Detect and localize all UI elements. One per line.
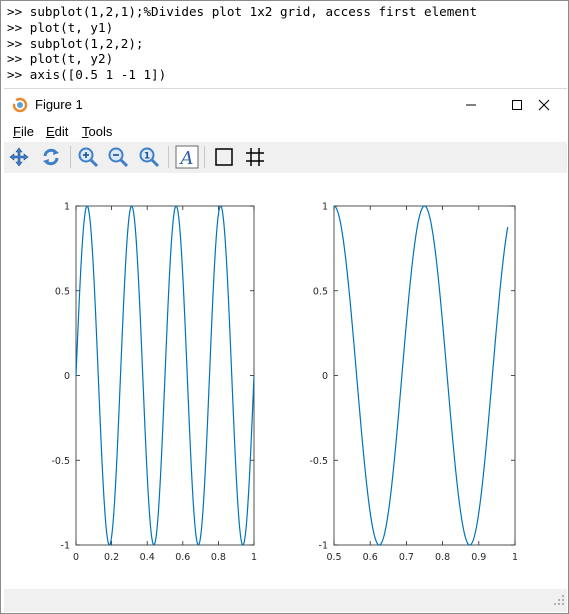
x-tick-label: 0.9	[471, 552, 486, 563]
menu-tools[interactable]: Tools	[82, 124, 112, 139]
x-tick-label: 0.2	[104, 552, 119, 563]
x-tick-label: 0.5	[326, 552, 341, 563]
figure-window: Figure 1 File Edit Tools 1 A 0 0.2 0.4 0…	[4, 88, 567, 612]
pan-icon[interactable]	[6, 144, 32, 170]
y-tick-label: -1	[319, 541, 328, 552]
x-tick-label: 1	[251, 552, 257, 563]
plot-area[interactable]: 0 0.2 0.4 0.6 0.8 1 -1 -0.5 0 0.5 1 0.5 0.6 0.7 0.8 0.9…	[4, 173, 567, 588]
svg-text:A: A	[179, 148, 194, 169]
x-tick-label: 0.8	[211, 552, 226, 563]
status-bar	[4, 589, 567, 612]
command-line: >> subplot(1,2,2);	[7, 35, 144, 51]
svg-text:1: 1	[144, 152, 150, 162]
title-bar[interactable]: Figure 1	[4, 89, 567, 120]
toolbar-separator	[204, 146, 205, 168]
octave-logo-icon	[12, 97, 28, 113]
axes-box	[333, 205, 516, 546]
subplots-canvas[interactable]: 0 0.2 0.4 0.6 0.8 1 -1 -0.5 0 0.5 1 0.5 0.6 0.7 0.8 0.9…	[4, 173, 567, 588]
y-tick-label: 0.5	[55, 286, 70, 297]
zoom-in-icon[interactable]	[75, 144, 101, 170]
y-tick-label: 0	[64, 371, 70, 382]
x-tick-label: 0	[73, 552, 79, 563]
y-tick-label: 0	[322, 371, 328, 382]
command-line: >> subplot(1,2,1);%Divides plot 1x2 grid…	[7, 4, 478, 19]
x-tick-label: 0.4	[140, 552, 155, 563]
menu-file[interactable]: File	[13, 124, 34, 139]
x-tick-label: 1	[512, 552, 518, 563]
rotate-icon[interactable]	[38, 144, 64, 170]
command-line: >> plot(t, y2)	[7, 51, 114, 67]
window-title: Figure 1	[35, 97, 83, 112]
x-tick-label: 0.6	[363, 552, 378, 563]
x-tick-label: 0.8	[435, 552, 450, 563]
subplot-1[interactable]: 0 0.2 0.4 0.6 0.8 1 -1 -0.5 0 0.5 1	[51, 202, 257, 564]
y-tick-label: 1	[64, 202, 70, 213]
y-tick-label: 1	[322, 202, 328, 213]
resize-grip-icon[interactable]	[553, 591, 565, 610]
toolbar-separator	[168, 146, 169, 168]
y-tick-label: -1	[61, 541, 70, 552]
x-tick-label: 0.6	[175, 552, 190, 563]
text-insert-icon[interactable]: A	[174, 144, 200, 170]
zoom-out-icon[interactable]	[105, 144, 131, 170]
command-line: >> plot(t, y1)	[7, 19, 114, 35]
close-button[interactable]	[521, 89, 567, 120]
minimize-button[interactable]	[448, 89, 494, 120]
menu-edit[interactable]: Edit	[46, 124, 68, 139]
grid-icon[interactable]	[242, 144, 268, 170]
y-tick-label: -0.5	[51, 456, 70, 467]
zoom-reset-icon[interactable]: 1	[136, 144, 162, 170]
axes-box-icon[interactable]	[211, 144, 237, 170]
y-tick-label: -0.5	[309, 456, 328, 467]
command-window[interactable]: >> subplot(1,2,1);%Divides plot 1x2 grid…	[7, 4, 562, 83]
x-tick-label: 0.7	[399, 552, 414, 563]
subplot-2[interactable]: 0.5 0.6 0.7 0.8 0.9 1 -1 -0.5 0 0.5 1	[309, 202, 518, 564]
y-tick-label: 0.5	[313, 286, 328, 297]
figure-toolbar: 1 A	[4, 142, 567, 173]
screen-frame: >> subplot(1,2,1);%Divides plot 1x2 grid…	[0, 0, 569, 614]
command-line: >> axis([0.5 1 -1 1])	[7, 67, 167, 83]
menu-bar: File Edit Tools	[4, 121, 567, 141]
toolbar-separator	[70, 146, 71, 168]
